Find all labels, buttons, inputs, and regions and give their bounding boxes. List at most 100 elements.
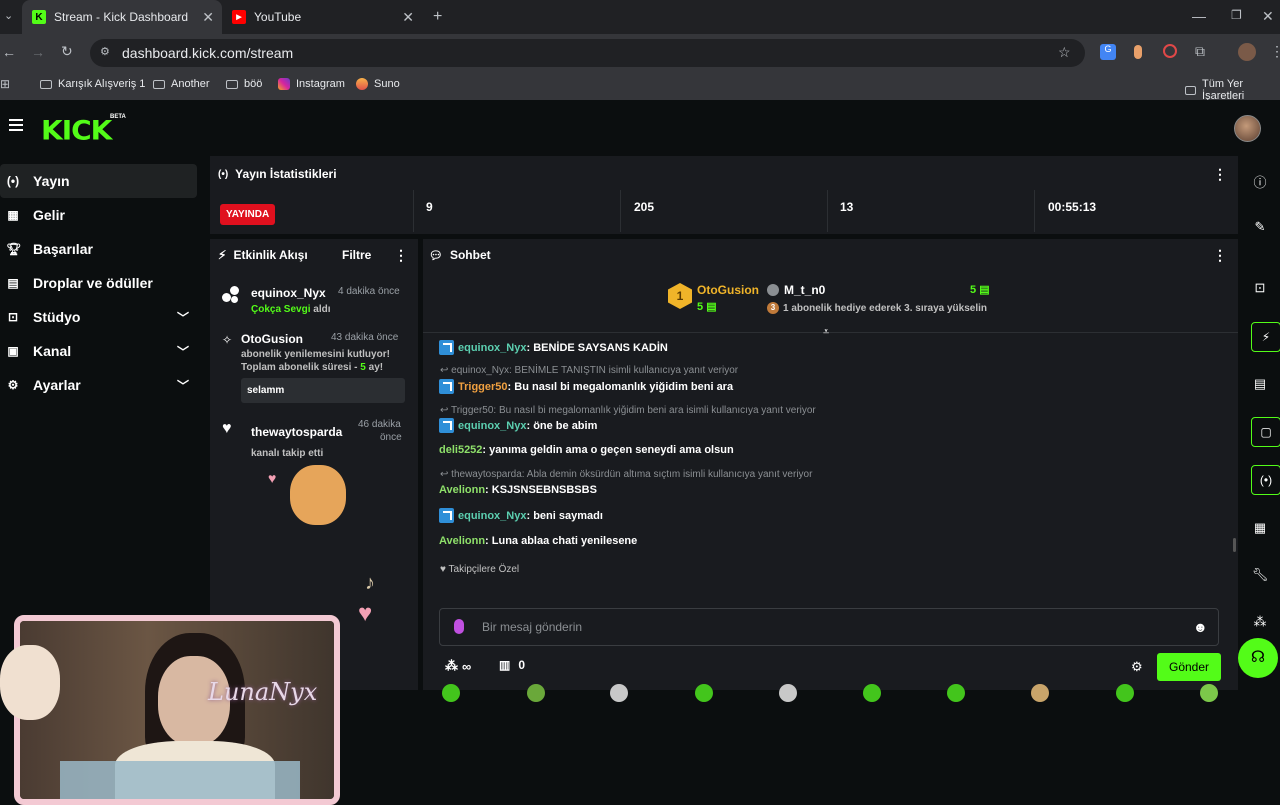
- points-value: ∞: [462, 658, 472, 674]
- support-headset-icon[interactable]: ☊: [1238, 638, 1278, 678]
- emote-icon[interactable]: [442, 684, 460, 702]
- restore-icon[interactable]: ❐: [1231, 8, 1242, 22]
- chat-toggle-icon[interactable]: ▢: [1251, 417, 1280, 447]
- chevron-down-icon[interactable]: ﹀: [177, 309, 189, 326]
- filter-button[interactable]: Filtre: [342, 248, 371, 262]
- chat-menu-icon[interactable]: ⋮: [1213, 247, 1227, 264]
- info-icon[interactable]: ⓘ: [1240, 172, 1280, 191]
- leader-username[interactable]: OtoGusion: [697, 283, 759, 297]
- sidebar-item-label: Gelir: [33, 207, 65, 223]
- reload-icon[interactable]: ↻: [61, 43, 73, 60]
- divider: [413, 190, 414, 232]
- event-username[interactable]: equinox_Nyx: [251, 286, 326, 300]
- next-user[interactable]: M_t_n0: [767, 283, 825, 297]
- activity-menu-icon[interactable]: ⋮: [394, 247, 408, 264]
- collapse-pinned-icon[interactable]: ⩡: [823, 326, 829, 339]
- bookmark-item[interactable]: Suno: [356, 78, 400, 90]
- bookmark-item[interactable]: Karışık Alışveriş 1: [40, 78, 145, 90]
- kick-logo[interactable]: KICK: [41, 115, 112, 146]
- emote-icon[interactable]: [863, 684, 881, 702]
- sidebar-item-studyo[interactable]: ⊡ Stüdyo ﹀: [0, 300, 197, 334]
- extensions-puzzle-icon[interactable]: ⧉: [1195, 43, 1205, 60]
- all-bookmarks[interactable]: Tüm Yer İşaretleri: [1185, 78, 1280, 102]
- microphone-icon[interactable]: [454, 619, 464, 634]
- translate-extension-icon[interactable]: G: [1100, 44, 1116, 60]
- bookmark-item[interactable]: Another: [153, 78, 210, 90]
- browser-menu-icon[interactable]: ⋮: [1270, 43, 1280, 60]
- extension-icon[interactable]: [1163, 44, 1177, 58]
- sidebar-item-gelir[interactable]: ▦ Gelir: [0, 198, 197, 232]
- store-button[interactable]: ▥ 0: [499, 658, 525, 672]
- clip-icon[interactable]: ⊡: [1240, 280, 1280, 296]
- edit-icon[interactable]: ✎: [1240, 219, 1280, 235]
- chat-scrollbar[interactable]: [1233, 538, 1236, 552]
- bookmark-item[interactable]: Instagram: [278, 78, 345, 90]
- tab-youtube[interactable]: ▶ YouTube ✕: [222, 0, 422, 34]
- forward-icon[interactable]: →: [31, 44, 45, 60]
- kicks-rail-icon[interactable]: ⁂: [1240, 614, 1280, 630]
- document-icon[interactable]: ▤: [1240, 376, 1280, 392]
- tab-kick-dashboard[interactable]: K Stream - Kick Dashboard ✕: [22, 0, 222, 34]
- chat-username[interactable]: Avelionn: [439, 484, 485, 496]
- verified-badge-icon: [439, 340, 454, 355]
- chat-input[interactable]: Bir mesaj gönderin ☻: [439, 608, 1219, 646]
- kicks-gift-icon: [222, 286, 240, 304]
- folder-icon: [153, 79, 165, 89]
- close-tab-icon[interactable]: ✕: [402, 9, 414, 26]
- emote-icon[interactable]: [1031, 684, 1049, 702]
- emote-icon[interactable]: [947, 684, 965, 702]
- hamburger-menu-icon[interactable]: [9, 119, 23, 131]
- new-tab-icon[interactable]: +: [433, 8, 442, 26]
- music-note-icon: ♪: [365, 572, 375, 594]
- chat-username[interactable]: Trigger50: [458, 381, 508, 393]
- divider: [1034, 190, 1035, 232]
- sub-gift-icon: ▤: [979, 284, 990, 296]
- extension-icon[interactable]: [1134, 45, 1142, 59]
- emote-icon[interactable]: [779, 684, 797, 702]
- chat-username[interactable]: deli5252: [439, 444, 482, 456]
- chat-username[interactable]: equinox_Nyx: [458, 510, 526, 522]
- profile-avatar[interactable]: [1238, 43, 1256, 61]
- send-button[interactable]: Gönder: [1157, 653, 1221, 681]
- user-avatar[interactable]: [1234, 115, 1261, 142]
- chat-username[interactable]: equinox_Nyx: [458, 342, 526, 354]
- stats-title-text: Yayın İstatistikleri: [235, 167, 337, 181]
- sidebar-item-kanal[interactable]: ▣ Kanal ﹀: [0, 334, 197, 368]
- chevron-down-icon[interactable]: ﹀: [177, 343, 189, 360]
- layout-icon[interactable]: ▦: [1240, 520, 1280, 536]
- emote-icon[interactable]: [527, 684, 545, 702]
- sidebar-item-droplar[interactable]: ▤ Droplar ve ödüller: [0, 266, 197, 300]
- emote-icon[interactable]: [1200, 684, 1218, 702]
- back-icon[interactable]: ←: [2, 44, 16, 60]
- site-info-icon[interactable]: ⚙: [100, 45, 110, 58]
- emote-icon[interactable]: [1116, 684, 1134, 702]
- emoji-picker-icon[interactable]: ☻: [1193, 619, 1208, 635]
- emote-icon[interactable]: [695, 684, 713, 702]
- channel-points[interactable]: ⁂ ∞: [445, 658, 471, 674]
- close-tab-icon[interactable]: ✕: [202, 9, 214, 26]
- chat-username[interactable]: equinox_Nyx: [458, 420, 526, 432]
- stats-menu-icon[interactable]: ⋮: [1213, 166, 1227, 183]
- window-close-icon[interactable]: ✕: [1262, 8, 1274, 25]
- chevron-down-icon[interactable]: ﹀: [177, 377, 189, 394]
- chat-settings-icon[interactable]: ⚙: [1131, 659, 1143, 675]
- event-username[interactable]: OtoGusion: [241, 332, 303, 346]
- apps-grid-icon[interactable]: ⊞: [0, 77, 10, 91]
- tab-search-icon[interactable]: ⌄: [4, 9, 13, 22]
- sidebar-item-ayarlar[interactable]: ⚙ Ayarlar ﹀: [0, 368, 197, 402]
- quick-actions-icon[interactable]: ⚡︎: [1251, 322, 1280, 352]
- event-username[interactable]: thewaytosparda: [251, 425, 342, 439]
- sidebar-item-yayin[interactable]: (•) Yayın: [0, 164, 197, 198]
- sidebar-item-basarilar[interactable]: 🏆︎ Başarılar: [0, 232, 197, 266]
- heart-sticker-icon: ♥: [268, 470, 277, 486]
- minimize-icon[interactable]: —: [1192, 8, 1206, 24]
- broadcast-icon: (•): [6, 174, 20, 188]
- tools-icon[interactable]: 🔧︎: [1240, 567, 1280, 583]
- bookmark-star-icon[interactable]: ☆: [1058, 44, 1071, 61]
- chat-username[interactable]: Avelionn: [439, 535, 485, 547]
- address-bar[interactable]: ⚙ dashboard.kick.com/stream ☆: [90, 39, 1085, 67]
- broadcast-toggle-icon[interactable]: (•): [1251, 465, 1280, 495]
- bookmark-item[interactable]: böö: [226, 78, 262, 90]
- event-detail-text: aldı: [310, 304, 331, 315]
- emote-icon[interactable]: [610, 684, 628, 702]
